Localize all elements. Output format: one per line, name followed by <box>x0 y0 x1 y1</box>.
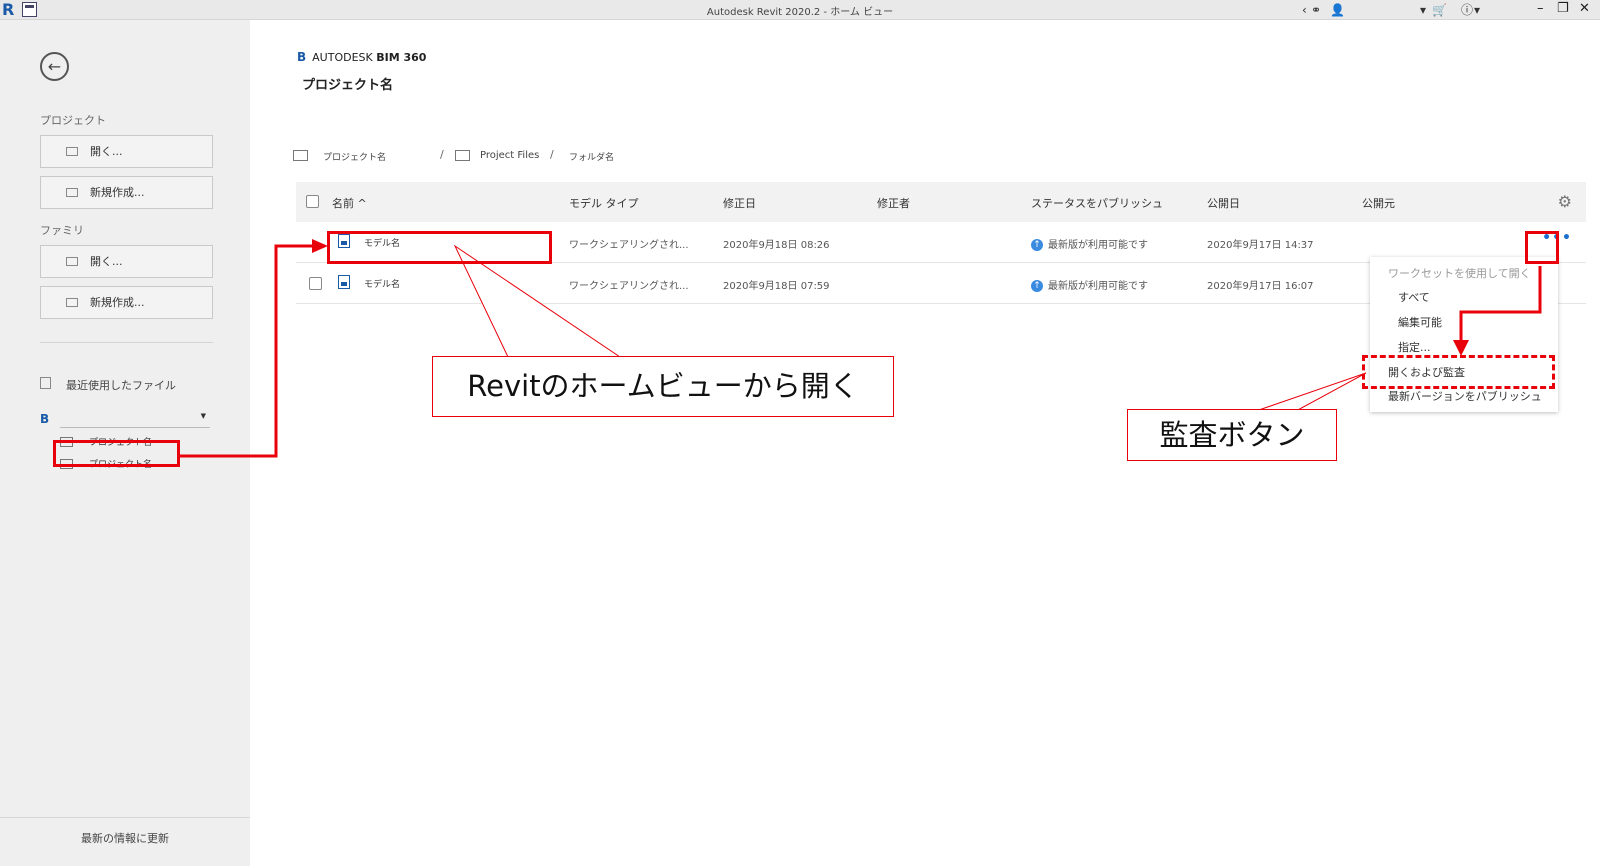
highlight-model-name <box>327 231 552 264</box>
arrow-head <box>1453 340 1469 356</box>
callout-open-from-home: Revitのホームビューから開く <box>432 356 894 417</box>
annotation-overlay <box>180 239 1542 458</box>
callout-audit-button: 監査ボタン <box>1127 409 1337 461</box>
highlight-open-audit <box>1362 355 1555 389</box>
connector-line <box>180 244 316 458</box>
highlight-sidebar-project <box>53 440 180 467</box>
callout-tail <box>1255 372 1367 412</box>
highlight-more-button <box>1525 231 1559 264</box>
arrow-head <box>312 239 328 253</box>
connector-line <box>1459 266 1542 344</box>
